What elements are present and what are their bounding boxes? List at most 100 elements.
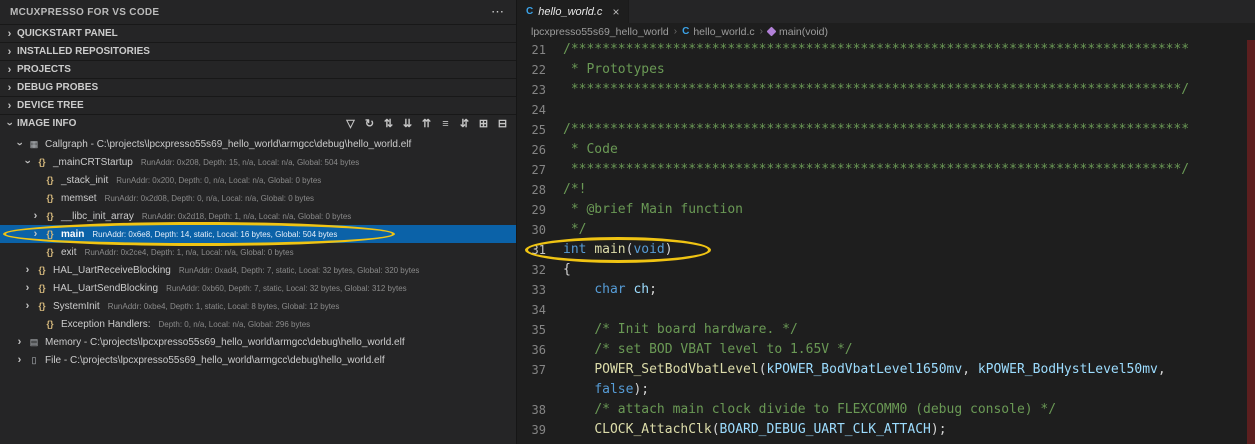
file-icon: ▯ <box>31 354 37 365</box>
tree-item-callgraph[interactable]: › ▦ Callgraph - C:\projects\lpcxpresso55s6… <box>0 135 516 153</box>
code-line-30[interactable]: 30 */ <box>517 220 1247 240</box>
line-number[interactable]: 21 <box>517 40 563 60</box>
code-line-26[interactable]: 26 * Code <box>517 140 1247 160</box>
tree-item-label: Memory - C:\projects\lpcxpresso55s69_hel… <box>45 336 405 348</box>
tree-item-libc-init-array[interactable]: › {} __libc_init_array RunAddr: 0x2d18, Dep… <box>0 207 516 225</box>
sort-descending-icon[interactable]: ⇊ <box>400 116 415 132</box>
tree-item-label: File - C:\projects\lpcxpresso55s69_hello… <box>45 354 385 366</box>
line-number[interactable]: 38 <box>517 400 563 420</box>
collapse-all-icon[interactable]: ⊟ <box>495 116 510 132</box>
line-number[interactable]: 35 <box>517 320 563 340</box>
line-number[interactable]: 37 <box>517 360 563 380</box>
code-line-36[interactable]: 36 /* set BOD VBAT level to 1.65V */ <box>517 340 1247 360</box>
line-number[interactable]: 25 <box>517 120 563 140</box>
chevron-right-icon: › <box>25 300 30 312</box>
line-number[interactable]: 24 <box>517 100 563 120</box>
line-number[interactable]: 33 <box>517 280 563 300</box>
code-line-28[interactable]: 28/*! <box>517 180 1247 200</box>
line-number[interactable]: 28 <box>517 180 563 200</box>
tab-hello-world-c[interactable]: C hello_world.c × <box>517 0 630 23</box>
line-number[interactable]: 34 <box>517 300 563 320</box>
line-number[interactable]: 29 <box>517 200 563 220</box>
tree-item-systeminit[interactable]: › {} SystemInit RunAddr: 0xbe4, Depth: 1, s… <box>0 297 516 315</box>
tree-item-main[interactable]: › {} main RunAddr: 0x6e8, Depth: 14, static… <box>0 222 516 246</box>
line-number[interactable]: 36 <box>517 340 563 360</box>
code-line-39[interactable]: 39 CLOCK_AttachClk(BOARD_DEBUG_UART_CLK_… <box>517 420 1247 440</box>
tree-item-stack-init[interactable]: ›{}_stack_initRunAddr: 0x200, Depth: 0, … <box>0 171 516 189</box>
line-number[interactable]: 32 <box>517 260 563 280</box>
line-text: /* attach main clock divide to FLEXCOMM0… <box>594 402 1057 417</box>
code-line-38[interactable]: 38 /* attach main clock divide to FLEXCO… <box>517 400 1247 420</box>
tree-item-hal-uartsendblocking[interactable]: › {} HAL_UartSendBlocking RunAddr: 0xb60, D… <box>0 279 516 297</box>
tree-item-file[interactable]: › ▯ File - C:\projects\lpcxpresso55s69_hel… <box>0 351 516 369</box>
line-number[interactable]: 22 <box>517 60 563 80</box>
braces-icon: {} <box>46 193 54 203</box>
chevron-down-icon: › <box>13 142 26 146</box>
line-number[interactable]: 23 <box>517 80 563 100</box>
code-line-29[interactable]: 29 * @brief Main function <box>517 200 1247 220</box>
braces-icon: {} <box>38 265 46 275</box>
code-line-23[interactable]: 23 *************************************… <box>517 80 1247 100</box>
toggle-sort-icon[interactable]: ⇵ <box>457 116 472 132</box>
code-line-34[interactable]: 34 <box>517 300 1247 320</box>
section-device-tree[interactable]: › DEVICE TREE <box>0 96 516 114</box>
tree-item-hal-uartreceiveblocking[interactable]: › {} HAL_UartReceiveBlocking RunAddr: 0xad4… <box>0 261 516 279</box>
tree-item-label: main <box>61 228 85 240</box>
breadcrumb-item-hello-world-c[interactable]: Chello_world.c <box>682 26 755 38</box>
sort-ascending-icon[interactable]: ⇈ <box>419 116 434 132</box>
braces-icon: {} <box>38 157 46 167</box>
code-line-22[interactable]: 22 * Prototypes <box>517 60 1247 80</box>
line-number[interactable]: 27 <box>517 160 563 180</box>
code-line-27[interactable]: 27 *************************************… <box>517 160 1247 180</box>
close-icon[interactable]: × <box>612 5 619 19</box>
section-label: IMAGE INFO <box>17 118 77 129</box>
tree-item-label: HAL_UartReceiveBlocking <box>53 264 171 276</box>
more-actions-icon[interactable]: ⋯ <box>491 4 504 20</box>
tree-item-memory[interactable]: › ▤ Memory - C:\projects\lpcxpresso55s69_h… <box>0 333 516 351</box>
code-area[interactable]: 21/*************************************… <box>517 40 1247 444</box>
tree-item-detail: Depth: 0, n/a, Local: n/a, Global: 296 b… <box>158 319 311 329</box>
breadcrumb-item-lpcxpresso55s69-hello-world[interactable]: lpcxpresso55s69_hello_world <box>531 26 669 38</box>
editor-area: C hello_world.c × lpcxpresso55s69_hello_… <box>517 0 1255 444</box>
flat-view-icon[interactable]: ≡ <box>438 116 453 132</box>
filter-icon[interactable]: ▽ <box>343 116 358 132</box>
section-installed-repositories[interactable]: › INSTALLED REPOSITORIES <box>0 42 516 60</box>
code-line-21[interactable]: 21/*************************************… <box>517 40 1247 60</box>
expand-all-icon[interactable]: ⊞ <box>476 116 491 132</box>
line-text: * Code <box>563 142 618 157</box>
tree-item-label: __libc_init_array <box>61 210 134 222</box>
tree-item-exception[interactable]: ›{}Exception Handlers:Depth: 0, n/a, Loc… <box>0 315 516 333</box>
section-debug-probes[interactable]: › DEBUG PROBES <box>0 78 516 96</box>
breadcrumb-item-main-void[interactable]: main(void) <box>766 26 828 38</box>
section-quickstart-panel[interactable]: › QUICKSTART PANEL <box>0 24 516 42</box>
braces-icon: {} <box>46 229 54 239</box>
section-projects[interactable]: › PROJECTS <box>0 60 516 78</box>
line-number[interactable]: 31 <box>517 240 563 260</box>
tree-item-exit[interactable]: ›{}exitRunAddr: 0x2ce4, Depth: 1, n/a, L… <box>0 243 516 261</box>
tree-item-label: Exception Handlers: <box>61 318 151 330</box>
tree-item-label: Callgraph - C:\projects\lpcxpresso55s69_… <box>45 138 412 150</box>
code-line-37[interactable]: 37 POWER_SetBodVbatLevel(kPOWER_BodVbatL… <box>517 360 1247 380</box>
callgraph-icon: ▦ <box>29 138 39 149</box>
line-number[interactable]: 39 <box>517 420 563 440</box>
refresh-icon[interactable]: ↻ <box>362 116 377 132</box>
code-line-35[interactable]: 35 /* Init board hardware. */ <box>517 320 1247 340</box>
code-line-32[interactable]: 32{ <box>517 260 1247 280</box>
chevron-right-icon: › <box>7 27 12 40</box>
tree-item-maincrtstartup[interactable]: › {} _mainCRTStartup RunAddr: 0x208, Depth:… <box>0 153 516 171</box>
code-line-25[interactable]: 25/*************************************… <box>517 120 1247 140</box>
code-line-24[interactable]: 24 <box>517 100 1247 120</box>
code-line-33[interactable]: 33 char ch; <box>517 280 1247 300</box>
tree-item-label: _mainCRTStartup <box>53 156 133 168</box>
section-label: DEVICE TREE <box>17 100 84 111</box>
line-text: /* set BOD VBAT level to 1.65V */ <box>594 342 853 357</box>
tree-item-memset[interactable]: ›{}memsetRunAddr: 0x2d08, Depth: 0, n/a,… <box>0 189 516 207</box>
code-line-31[interactable]: 31 int main(void) <box>517 237 1247 263</box>
line-number[interactable] <box>517 380 563 400</box>
line-number[interactable]: 30 <box>517 220 563 240</box>
sort-by-address-icon[interactable]: ⇅ <box>381 116 396 132</box>
section-image-info[interactable]: › IMAGE INFO ▽ ↻ ⇅ ⇊ ⇈ ≡ ⇵ ⊞ ⊟ <box>0 114 516 132</box>
line-number[interactable]: 26 <box>517 140 563 160</box>
tree-item-detail: RunAddr: 0x2d18, Depth: 1, n/a, Local: n… <box>141 211 352 221</box>
code-line-wrap[interactable]: false); <box>517 380 1247 400</box>
